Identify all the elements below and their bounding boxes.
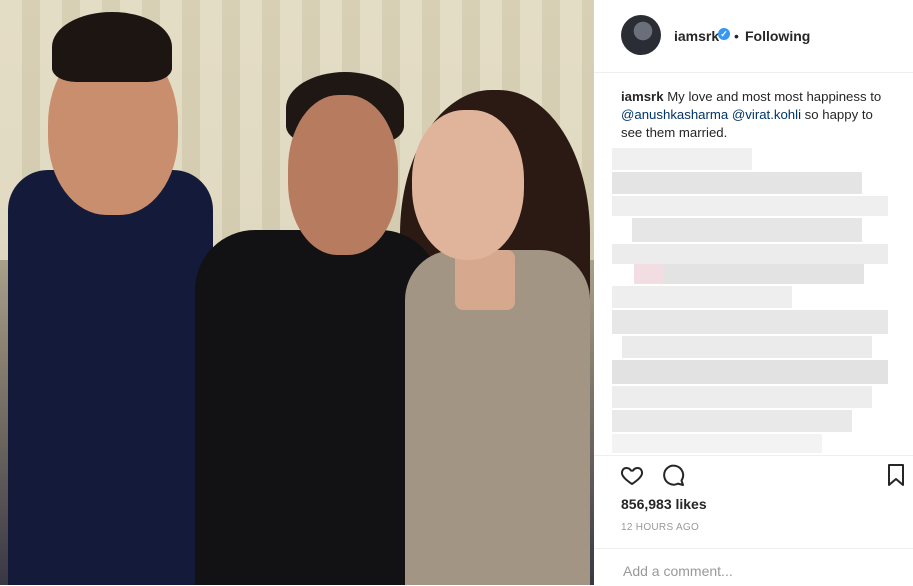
post-photo[interactable] <box>0 0 594 585</box>
post-username[interactable]: iamsrk <box>674 28 719 44</box>
caption-username[interactable]: iamsrk <box>621 89 664 104</box>
following-button[interactable]: Following <box>745 28 810 44</box>
post-caption: iamsrk My love and most most happiness t… <box>621 88 893 142</box>
photo-person-right-head <box>412 110 524 260</box>
heart-icon[interactable] <box>620 463 644 492</box>
comment-box <box>594 548 913 586</box>
mention-link[interactable]: @anushkasharma <box>621 107 728 122</box>
photo-person-center-body <box>195 230 440 585</box>
photo-person-left-body <box>8 170 213 585</box>
like-count[interactable]: 856,983 likes <box>621 496 707 512</box>
post-sidebar: iamsrk ✓ • Following iamsrk My love and … <box>594 0 913 585</box>
avatar[interactable] <box>621 15 661 55</box>
action-bar <box>594 455 913 496</box>
post-timestamp[interactable]: 12 HOURS AGO <box>621 522 699 533</box>
post-header: iamsrk ✓ • Following <box>594 0 913 73</box>
photo-person-left-hair <box>52 12 172 82</box>
bookmark-icon[interactable] <box>886 463 906 492</box>
comment-input[interactable] <box>621 559 885 583</box>
photo-person-center-head <box>288 95 398 255</box>
caption-text: My love and most most happiness to <box>663 89 882 104</box>
separator-dot: • <box>734 28 739 44</box>
blurred-comments <box>612 148 888 453</box>
mention-link[interactable]: @virat.kohli <box>732 107 801 122</box>
comment-bubble-icon[interactable] <box>661 463 685 492</box>
verified-badge-icon: ✓ <box>718 28 730 40</box>
